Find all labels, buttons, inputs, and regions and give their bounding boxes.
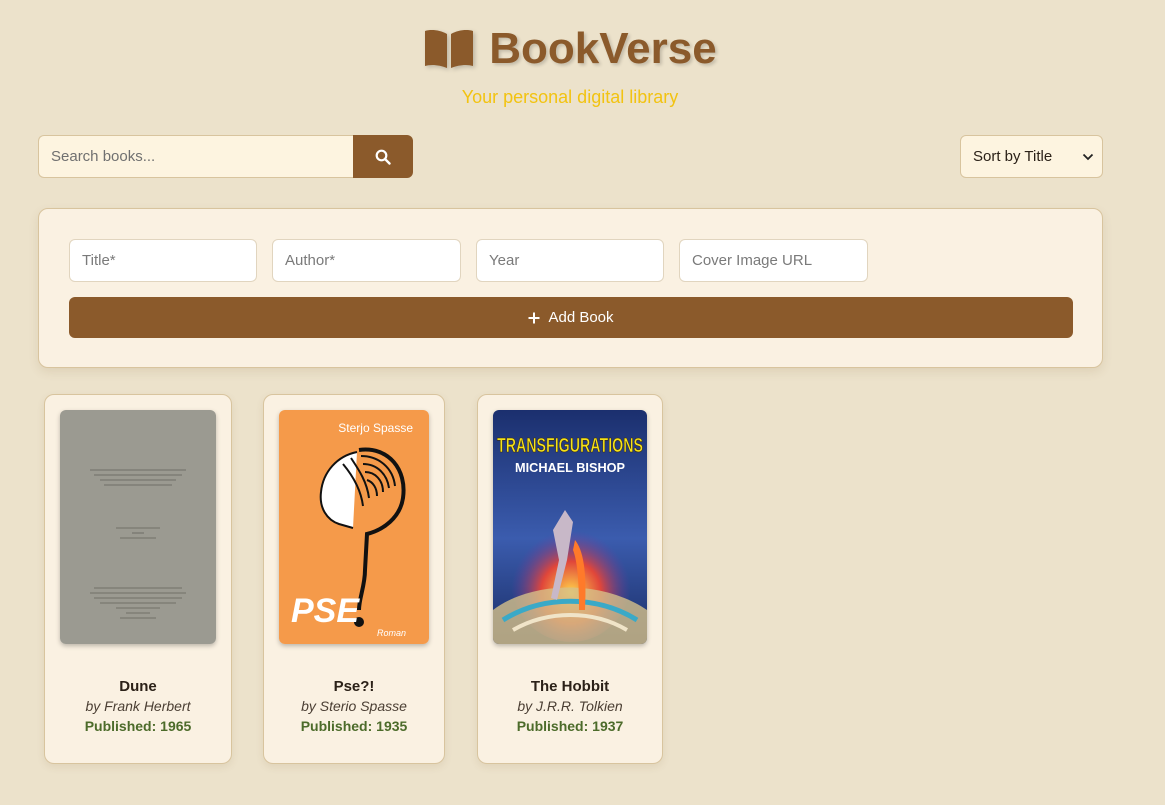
book-card[interactable]: Dune by Frank Herbert Published: 1965 [44,394,232,764]
search-bar [38,135,413,178]
add-book-panel: Add Book [38,208,1103,368]
book-cover: Sterjo Spasse PSE Roman [279,410,429,644]
year-input[interactable] [476,239,664,282]
book-card[interactable]: Sterjo Spasse PSE Roman Pse?! by Sterio … [263,394,445,764]
search-input[interactable] [38,135,353,178]
book-year: Published: 1965 [84,718,192,734]
book-year: Published: 1935 [300,718,408,734]
book-author: by J.R.R. Tolkien [517,698,623,714]
cover-title-text: TRANSFIGURATIONS [497,435,643,457]
tagline: Your personal digital library [461,87,679,107]
cover-sub-text: Roman [377,628,406,638]
search-icon [375,149,391,165]
book-author: by Sterio Spasse [301,698,407,714]
cover-author-text: MICHAEL BISHOP [515,460,625,475]
plus-icon [528,312,540,323]
book-card[interactable]: TRANSFIGURATIONS MICHAEL BISHOP The Hobb… [477,394,663,764]
book-title: Dune [119,678,157,695]
book-title: Pse?! [333,678,375,695]
author-input[interactable] [272,239,461,282]
open-book-icon [425,30,474,68]
sort-select[interactable]: Sort by Title [960,135,1103,178]
app-header: BookVerse Your personal digital library [0,26,1140,108]
sort-selected-value: Sort by Title [973,148,1053,165]
cover-url-input[interactable] [679,239,868,282]
book-cover: TRANSFIGURATIONS MICHAEL BISHOP [493,410,647,644]
book-cover [60,410,216,644]
cover-image: Sterjo Spasse PSE Roman [279,410,429,644]
cover-image [60,410,216,644]
title-input[interactable] [69,239,257,282]
add-book-button[interactable]: Add Book [69,297,1073,338]
chevron-down-icon [1082,153,1094,160]
cover-title-text: PSE [291,592,360,630]
app-title: BookVerse [489,24,717,73]
book-title: The Hobbit [530,678,610,695]
cover-author-text: Sterjo Spasse [338,421,413,435]
search-button[interactable] [353,135,413,178]
brand: BookVerse [423,24,717,73]
add-book-label: Add Book [548,309,614,326]
cover-image: TRANSFIGURATIONS MICHAEL BISHOP [493,410,647,644]
book-year: Published: 1937 [516,718,624,734]
book-author: by Frank Herbert [85,698,191,714]
